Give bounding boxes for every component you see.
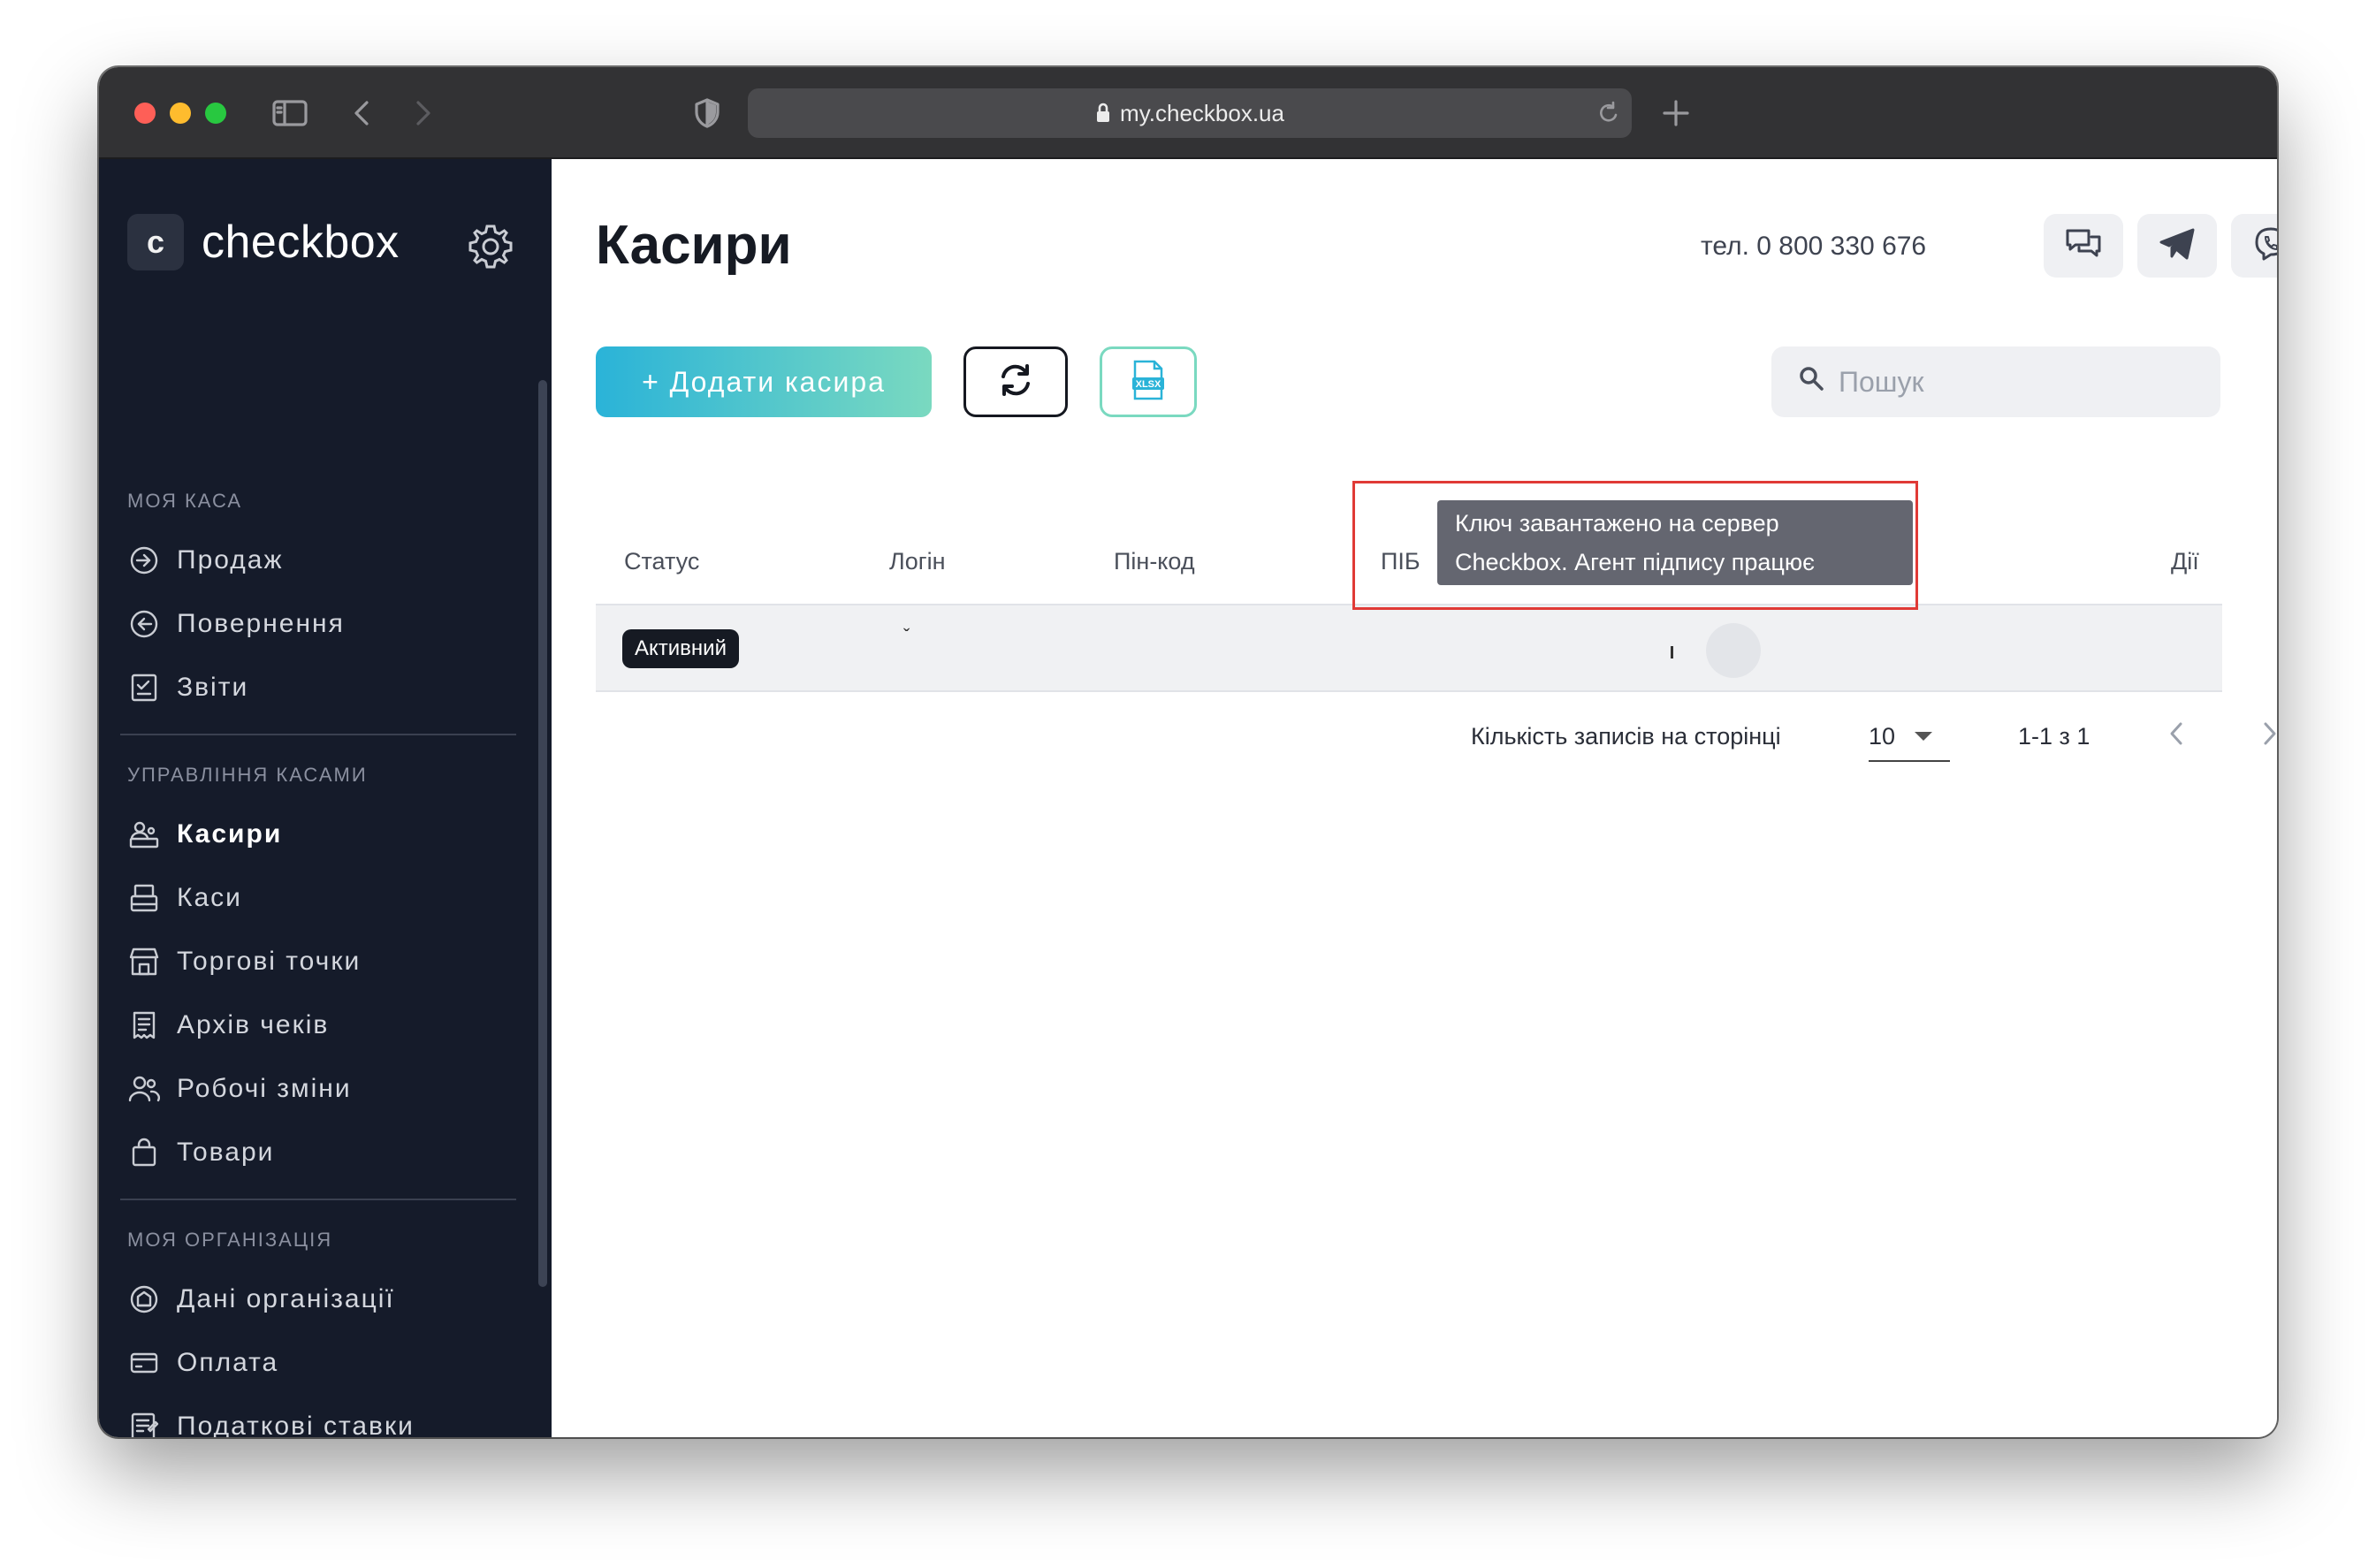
sale-icon [127,544,161,577]
annotation-highlight-box [1352,481,1918,610]
receipt-archive-icon [127,1009,161,1042]
sidebar-item-label: Звіти [177,673,249,702]
settings-gear-icon[interactable] [467,223,514,270]
rows-per-page-label: Кількість записів на сторінці [1471,723,1781,750]
chevron-left-icon [2167,720,2185,751]
status-badge: Активний [622,629,739,668]
sidebar-item-cashiers[interactable]: Касири [127,811,516,857]
browser-window: my.checkbox.ua c checkbox МОЯ КАСА Прода… [99,67,2277,1437]
sidebar-item-cash-registers[interactable]: Каси [127,875,516,921]
table-row[interactable]: Активний ˇ [596,604,2222,692]
zoom-window-button[interactable] [205,103,226,124]
xlsx-file-icon: XLSX [1131,360,1165,405]
chat-bubbles-icon [2065,228,2102,264]
column-header-status[interactable]: Статус [624,548,699,575]
reload-icon[interactable] [1593,94,1625,133]
chat-button[interactable] [2044,214,2123,278]
address-bar[interactable]: my.checkbox.ua [748,88,1632,138]
reports-icon [127,671,161,704]
sidebar-item-label: Повернення [177,609,345,638]
sidebar-item-label: Каси [177,883,242,912]
sidebar-item-label: Товари [177,1138,275,1167]
sidebar-item-label: Дані організації [177,1284,395,1313]
sidebar-item-sale[interactable]: Продаж [127,537,516,583]
sidebar-item-label: Податкові ставки [177,1412,415,1437]
column-header-pin[interactable]: Пін-код [1114,548,1195,575]
add-cashier-button[interactable]: + Додати касира [596,346,932,417]
column-header-login[interactable]: Логін [889,548,946,575]
lock-icon [1095,103,1111,124]
goods-bag-icon [127,1136,161,1169]
column-header-actions: Дії [2171,548,2199,575]
browser-toolbar: my.checkbox.ua [99,67,2277,159]
sidebar: c checkbox МОЯ КАСА Продаж Повернення Зв… [99,159,552,1437]
export-xlsx-button[interactable]: XLSX [1100,346,1197,417]
xlsx-label: XLSX [1136,379,1161,390]
checkbox-logo[interactable]: c checkbox [127,214,400,270]
login-value: ˇ [903,625,910,647]
sidebar-item-label: Архів чеків [177,1010,330,1039]
store-icon [127,945,161,978]
privacy-shield-icon[interactable] [691,94,723,133]
signature-status-indicator [1671,646,1673,658]
sidebar-toggle-icon[interactable] [270,94,309,133]
rows-per-page-value: 10 [1869,722,1896,750]
shifts-icon [127,1072,161,1106]
chevron-right-icon [2261,720,2277,751]
tax-rates-icon [127,1410,161,1437]
sidebar-item-goods[interactable]: Товари [127,1130,516,1176]
back-arrow-icon[interactable] [348,94,375,133]
section-title-cash-management: УПРАВЛІННЯ КАСАМИ [127,764,368,786]
search-input[interactable] [1839,365,2192,399]
forward-arrow-icon[interactable] [410,94,437,133]
sidebar-scrollbar[interactable] [538,380,547,1287]
refresh-button[interactable] [963,346,1068,417]
sidebar-item-work-shifts[interactable]: Робочі зміни [127,1066,516,1112]
search-icon [1798,365,1839,399]
close-window-button[interactable] [134,103,156,124]
logo-badge: c [127,214,184,270]
sidebar-item-return[interactable]: Повернення [127,601,516,647]
sidebar-item-payment[interactable]: Оплата [127,1340,516,1386]
section-title-my-organization: МОЯ ОРГАНІЗАЦІЯ [127,1229,333,1251]
url-text: my.checkbox.ua [1120,99,1284,126]
section-title-my-cash: МОЯ КАСА [127,490,243,512]
sidebar-item-label: Касири [177,819,283,849]
sidebar-item-reports[interactable]: Звіти [127,665,516,711]
viber-button[interactable] [2231,214,2277,278]
sidebar-item-label: Торгові точки [177,947,362,976]
sidebar-item-label: Оплата [177,1348,279,1377]
signature-key-button[interactable] [1706,623,1761,678]
rows-per-page-select[interactable]: 10 [1869,712,1950,762]
search-box[interactable] [1771,346,2220,417]
viber-icon [2253,226,2277,266]
cash-register-icon [127,881,161,915]
sidebar-item-label: Продаж [177,545,284,575]
sidebar-item-stores[interactable]: Торгові точки [127,939,516,985]
return-icon [127,607,161,641]
refresh-icon [997,362,1034,403]
page-title: Касири [596,215,792,276]
next-page-button[interactable] [2249,714,2277,757]
organization-icon [127,1283,161,1316]
caret-down-icon [1915,732,1933,741]
telegram-button[interactable] [2137,214,2217,278]
sidebar-divider [120,734,516,735]
sidebar-item-label: Робочі зміни [177,1074,352,1103]
main-content: Касири тел. 0 800 330 676 + Додати касир… [552,159,2277,1437]
pagination-range: 1-1 з 1 [2018,723,2090,750]
sidebar-divider [120,1199,516,1200]
new-tab-icon[interactable] [1658,94,1694,133]
support-phone[interactable]: тел. 0 800 330 676 [1701,232,1926,262]
previous-page-button[interactable] [2155,714,2197,757]
minimize-window-button[interactable] [170,103,191,124]
telegram-icon [2159,227,2196,265]
sidebar-item-receipt-archive[interactable]: Архів чеків [127,1002,516,1048]
logo-text: checkbox [202,217,400,268]
sidebar-item-tax-rates[interactable]: Податкові ставки [127,1404,516,1437]
cashiers-icon [127,818,161,851]
sidebar-item-organization-data[interactable]: Дані організації [127,1276,516,1322]
payment-card-icon [127,1346,161,1380]
